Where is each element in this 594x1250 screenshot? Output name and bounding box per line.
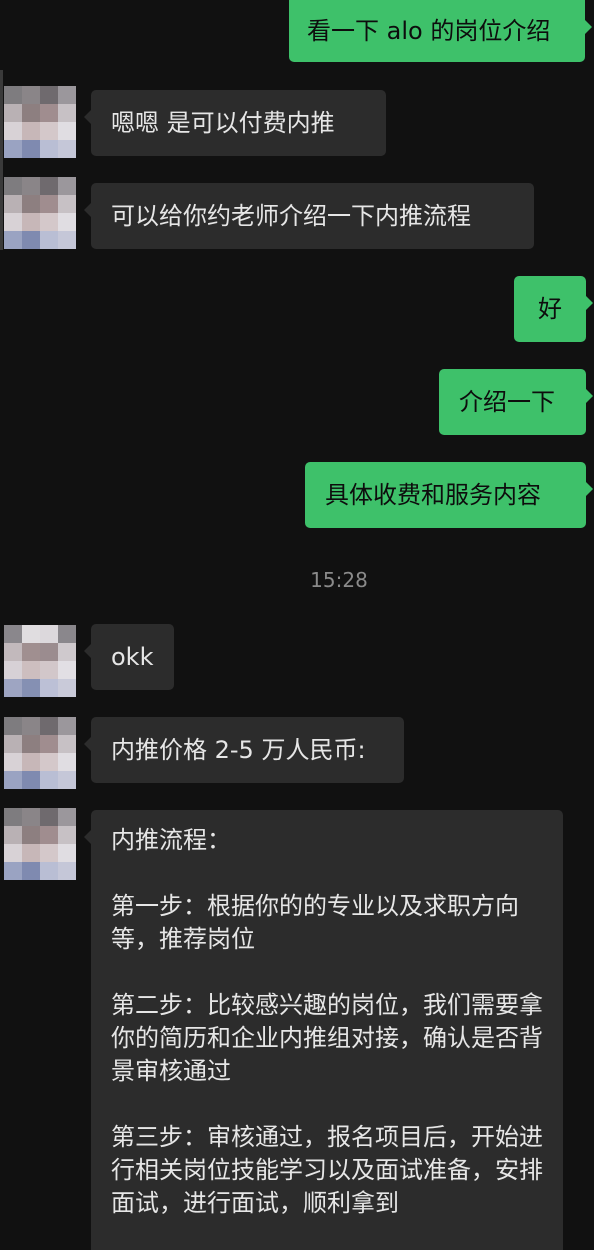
avatar[interactable] xyxy=(4,86,76,158)
process-step-3: 第三步：审核通过，报名项目后，开始进行相关岗位技能学习以及面试准备，安排面试，进… xyxy=(111,1123,543,1217)
message-incoming[interactable]: okk xyxy=(84,624,174,690)
message-incoming[interactable]: 可以给你约老师介绍一下内推流程 xyxy=(84,183,534,249)
message-outgoing[interactable]: 介绍一下 xyxy=(439,369,593,435)
avatar[interactable] xyxy=(4,625,76,697)
process-step-2: 第二步：比较感兴趣的岗位，我们需要拿你的简历和企业内推组对接，确认是否背景审核通… xyxy=(111,991,543,1085)
process-title: 内推流程： xyxy=(111,826,231,854)
avatar[interactable] xyxy=(4,808,76,880)
avatar[interactable] xyxy=(4,177,76,249)
scroll-edge xyxy=(0,70,3,250)
message-timestamp: 15:28 xyxy=(310,568,368,592)
avatar[interactable] xyxy=(4,717,76,789)
message-outgoing[interactable]: 好 xyxy=(514,276,593,342)
message-incoming[interactable]: 嗯嗯 是可以付费内推 xyxy=(84,90,386,156)
process-step-1: 第一步：根据你的的专业以及求职方向等，推荐岗位 xyxy=(111,892,519,953)
message-outgoing[interactable]: 具体收费和服务内容 xyxy=(305,462,593,528)
message-incoming[interactable]: 内推价格 2-5 万人民币: xyxy=(84,717,404,783)
message-outgoing[interactable]: 看一下 alo 的岗位介绍 xyxy=(289,0,592,62)
message-incoming-long[interactable]: 内推流程： 第一步：根据你的的专业以及求职方向等，推荐岗位 第二步：比较感兴趣的… xyxy=(84,810,563,1250)
